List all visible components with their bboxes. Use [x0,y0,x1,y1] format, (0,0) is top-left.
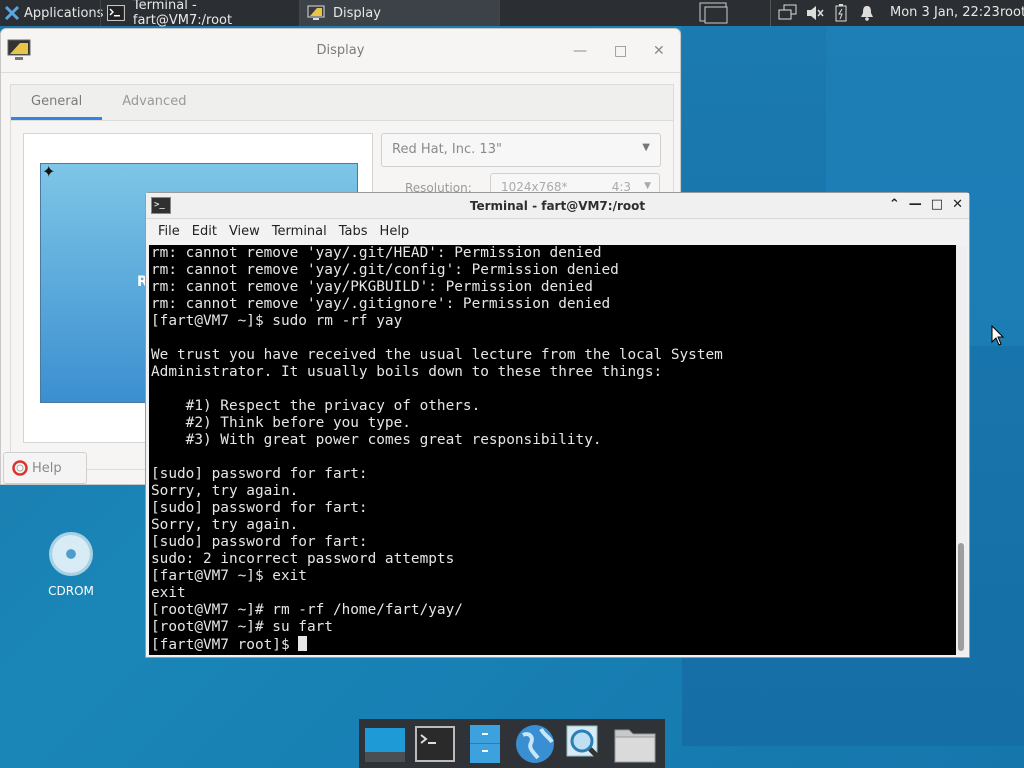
tab-general[interactable]: General [11,85,103,120]
maximize-button[interactable]: □ [614,43,627,59]
terminal-line: [sudo] password for fart: [151,466,368,482]
menu-terminal[interactable]: Terminal [272,224,327,239]
file-cabinet-icon [470,724,500,763]
display-app-icon [7,39,31,60]
display-window-title: Display [316,43,365,58]
tab-advanced[interactable]: Advanced [102,85,206,120]
dock-terminal[interactable] [413,722,457,766]
terminal-icon [415,725,455,762]
dock-show-desktop[interactable] [363,722,407,766]
volume-muted-icon[interactable] [806,5,824,21]
display-settings-icon [307,5,325,20]
applications-label: Applications [24,5,104,21]
terminal-line: #1) Respect the privacy of others. [151,398,481,414]
taskbar-item-label: Terminal - fart@VM7:/root [132,0,233,28]
xfce-logo-icon [4,5,20,21]
dock [359,719,665,768]
terminal-line: Sorry, try again. [151,483,299,499]
terminal-line: rm: cannot remove 'yay/.gitignore': Perm… [151,296,611,312]
cdrom-icon [49,532,93,576]
minimize-button[interactable]: — [573,43,587,59]
display-tabs: General Advanced [10,84,674,120]
display-window-titlebar[interactable]: Display — □ ✕ [1,29,680,73]
help-button[interactable]: Help [3,452,87,484]
close-button[interactable]: ✕ [952,197,963,212]
dock-app-finder[interactable] [563,722,607,766]
menu-view[interactable]: View [229,224,260,239]
top-panel: Applications ⁝ Terminal - fart@VM7:/root… [0,0,1024,28]
terminal-line: rm: cannot remove 'yay/.git/config': Per… [151,262,619,278]
mouse-pointer-icon [991,325,1005,346]
menu-tabs[interactable]: Tabs [339,224,368,239]
chevron-down-icon: ▼ [644,181,651,191]
panel-clock[interactable]: Mon 3 Jan, 22:23 [890,5,1000,20]
terminal-line: [root@VM7 ~]# rm -rf /home/fart/yay/ [151,602,463,618]
folder-icon [614,729,656,762]
magnifier-icon [566,725,604,763]
terminal-line: rm: cannot remove 'yay/.git/HEAD': Permi… [151,245,602,261]
battery-icon[interactable] [834,4,848,22]
terminal-prompt-line: [fart@VM7 root]$ [151,636,954,653]
notification-bell-icon[interactable] [859,5,875,21]
monitor-select-value: Red Hat, Inc. 13" [392,142,502,157]
terminal-line: [sudo] password for fart: [151,534,368,550]
terminal-titlebar[interactable]: >_ Terminal - fart@VM7:/root ⌃ — □ ✕ [146,193,969,219]
menu-edit[interactable]: Edit [192,224,217,239]
shade-button[interactable]: ⌃ [889,197,900,212]
terminal-icon [107,5,125,21]
terminal-line: [root@VM7 ~]# su fart [151,619,333,635]
terminal-title: Terminal - fart@VM7:/root [469,198,646,213]
terminal-scrollbar[interactable] [956,245,967,655]
panel-separator [770,0,771,26]
close-button[interactable]: ✕ [653,43,665,59]
terminal-line: #3) With great power comes great respons… [151,432,602,448]
taskbar-item-terminal[interactable]: Terminal - fart@VM7:/root [100,0,300,28]
terminal-line: rm: cannot remove 'yay/PKGBUILD': Permis… [151,279,593,295]
dock-web-browser[interactable] [513,722,557,766]
minimize-button[interactable]: — [909,197,922,212]
terminal-line: sudo: 2 incorrect password attempts [151,551,455,567]
menu-file[interactable]: File [158,224,180,239]
text-cursor [298,636,308,651]
network-icon[interactable] [778,4,798,22]
dock-folder[interactable] [613,722,657,766]
menu-help[interactable]: Help [380,224,410,239]
show-desktop-icon [365,727,405,762]
taskbar-item-label: Display [333,5,381,21]
terminal-line: [fart@VM7 ~]$ sudo rm -rf yay [151,313,403,329]
terminal-line: We trust you have received the usual lec… [151,347,723,363]
maximize-button[interactable]: □ [931,197,943,212]
terminal-menubar: File Edit View Terminal Tabs Help [146,219,969,243]
terminal-line: exit [151,585,186,601]
terminal-window: >_ Terminal - fart@VM7:/root ⌃ — □ ✕ Fil… [145,192,970,658]
desktop-icon-label: CDROM [48,584,94,598]
terminal-app-icon: >_ [151,197,171,214]
terminal-output[interactable]: rm: cannot remove 'yay/.git/HEAD': Permi… [149,245,956,655]
terminal-line: Administrator. It usually boils down to … [151,364,663,380]
workspace-switcher-icon[interactable] [697,1,731,25]
terminal-line: #2) Think before you type. [151,415,411,431]
lifebuoy-icon [12,460,28,476]
terminal-prompt: [fart@VM7 root]$ [151,637,299,653]
terminal-line: Sorry, try again. [151,517,299,533]
taskbar-item-display[interactable]: Display [300,0,500,26]
terminal-line: [fart@VM7 ~]$ exit [151,568,307,584]
terminal-line: [sudo] password for fart: [151,500,368,516]
panel-user[interactable]: root [1000,5,1024,20]
scrollbar-thumb[interactable] [958,543,964,651]
monitor-select[interactable]: Red Hat, Inc. 13" ▼ [381,133,661,167]
desktop-icon-cdrom[interactable]: CDROM [40,532,102,598]
dock-file-manager[interactable] [463,722,507,766]
globe-icon [516,724,554,763]
monitor-star-icon: ✦ [42,162,56,181]
chevron-down-icon: ▼ [642,142,650,153]
help-label: Help [32,460,62,476]
